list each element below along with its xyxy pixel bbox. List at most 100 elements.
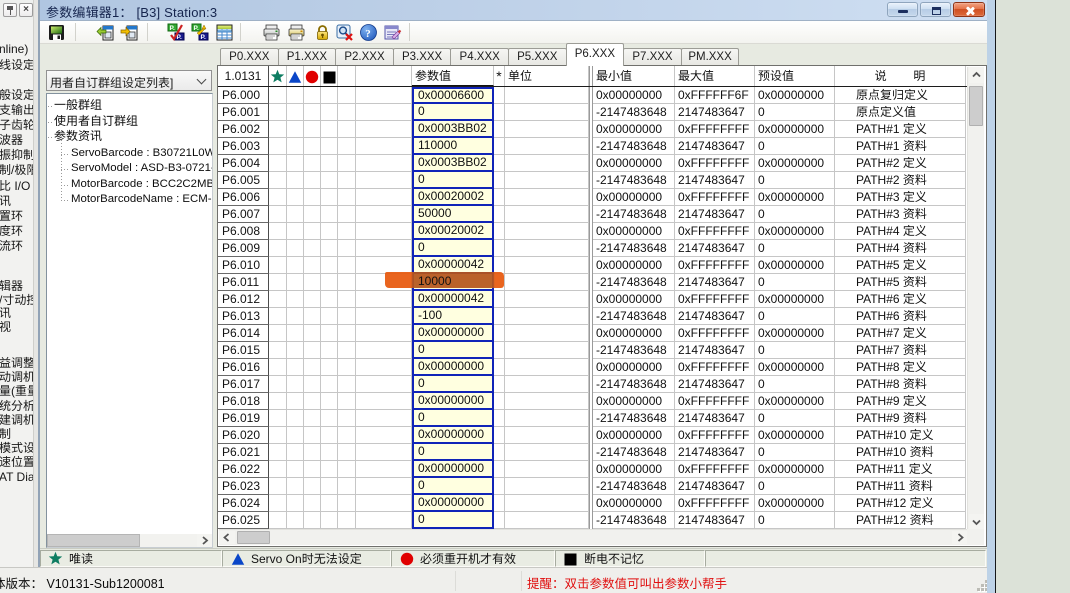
write-params-icon[interactable]	[120, 23, 139, 42]
column-header-min[interactable]: 最小值	[593, 66, 675, 86]
search-clear-icon[interactable]	[335, 23, 354, 42]
param-name-cell[interactable]: P6.008	[218, 223, 269, 240]
param-name-cell[interactable]: P6.002	[218, 121, 269, 138]
param-name-cell[interactable]: P6.007	[218, 206, 269, 223]
function-list-item-cropped[interactable]: 流环	[0, 239, 33, 254]
param-name-cell[interactable]: P6.016	[218, 359, 269, 376]
param-value-cell[interactable]: 0x00020002	[412, 223, 494, 240]
param-value-cell[interactable]: 0x0003BB02	[412, 121, 494, 138]
function-list-item-cropped[interactable]: 波器	[0, 133, 33, 148]
function-list-item-cropped[interactable]: 线设定	[0, 58, 33, 74]
param-name-cell[interactable]: P6.019	[218, 410, 269, 427]
function-list-item-cropped[interactable]: 速位置撷	[0, 455, 33, 469]
tree-horizontal-scrollbar[interactable]	[47, 534, 212, 547]
param-name-cell[interactable]: P6.014	[218, 325, 269, 342]
tree-item[interactable]: 使用者自订群组	[54, 114, 138, 130]
param-name-cell[interactable]: P6.021	[218, 444, 269, 461]
param-value-cell[interactable]: 0	[412, 104, 494, 121]
save-icon[interactable]	[47, 23, 66, 42]
tree-item[interactable]: 一般群组	[54, 98, 102, 114]
function-list-item-cropped[interactable]: 建调机	[0, 413, 33, 427]
function-list-item-cropped[interactable]: 统分析	[0, 399, 33, 413]
column-header-param[interactable]: 1.0131	[218, 66, 269, 86]
function-list-item-cropped[interactable]: /寸动控	[0, 294, 33, 308]
param-value-cell[interactable]: 0	[412, 342, 494, 359]
param-name-cell[interactable]: P6.022	[218, 461, 269, 478]
param-name-cell[interactable]: P6.000	[218, 87, 269, 104]
param-name-cell[interactable]: P6.005	[218, 172, 269, 189]
function-list-item-cropped[interactable]: 子齿轮比	[0, 118, 33, 133]
param-value-cell[interactable]: 110000	[412, 138, 494, 155]
function-list-item-cropped[interactable]: 益调整	[0, 356, 33, 370]
param-value-cell[interactable]: 50000	[412, 206, 494, 223]
tab-p3[interactable]: P3.XXX	[393, 48, 452, 66]
param-name-cell[interactable]: P6.017	[218, 376, 269, 393]
table-horizontal-scrollbar[interactable]	[219, 529, 968, 545]
compare-params-icon[interactable]: P.P.	[167, 23, 186, 42]
param-value-cell[interactable]: 0x00000042	[412, 291, 494, 308]
function-list-item-cropped[interactable]: 比 I/O	[0, 179, 33, 194]
param-name-cell[interactable]: P6.003	[218, 138, 269, 155]
param-value-cell[interactable]: 0	[412, 444, 494, 461]
titlebar[interactable]: 参数编辑器1： [B3] Station:3	[40, 0, 987, 21]
function-list-item-cropped[interactable]: 振抑制滤	[0, 148, 33, 163]
param-value-cell[interactable]: 0	[412, 512, 494, 529]
close-icon[interactable]: ×	[19, 3, 33, 17]
param-value-cell[interactable]: 0x00006600	[412, 87, 494, 104]
param-value-cell[interactable]: 0	[412, 410, 494, 427]
scroll-down-button[interactable]	[969, 514, 984, 530]
scrollbar-thumb[interactable]	[47, 534, 140, 547]
param-name-cell[interactable]: P6.024	[218, 495, 269, 512]
tab-p5[interactable]: P5.XXX	[508, 48, 567, 66]
param-value-cell[interactable]: -100	[412, 308, 494, 325]
param-value-cell[interactable]: 0x00020002	[412, 189, 494, 206]
tree-item[interactable]: ServoBarcode : B30721L0W2	[71, 146, 213, 161]
scroll-right-button[interactable]	[952, 531, 968, 544]
param-name-cell[interactable]: P6.025	[218, 512, 269, 529]
function-list-item-cropped[interactable]: 制	[0, 427, 33, 441]
function-list-item-cropped[interactable]: 般设定	[0, 88, 33, 103]
function-list-item-cropped[interactable]: 辑器	[0, 280, 33, 294]
column-header-unit[interactable]: 单位	[505, 66, 589, 86]
param-value-cell[interactable]: 0x00000000	[412, 325, 494, 342]
param-value-cell[interactable]: 0	[412, 478, 494, 495]
function-list-item-cropped[interactable]: 量(重量)	[0, 384, 33, 398]
param-value-cell[interactable]: 0	[412, 376, 494, 393]
param-value-cell[interactable]: 0x00000000	[412, 495, 494, 512]
close-button[interactable]	[953, 2, 985, 17]
column-header-description[interactable]: 说 明	[835, 66, 966, 86]
function-list-item-cropped[interactable]: 模式设定	[0, 441, 33, 455]
param-helper-icon[interactable]	[383, 23, 402, 42]
tab-pm[interactable]: PM.XXX	[681, 48, 740, 66]
function-list-item-cropped[interactable]: nline)	[0, 42, 33, 58]
param-name-cell[interactable]: P6.015	[218, 342, 269, 359]
scrollbar-thumb[interactable]	[237, 531, 270, 544]
function-list-item-cropped[interactable]: 支输出	[0, 103, 33, 118]
param-name-cell[interactable]: P6.009	[218, 240, 269, 257]
column-header-preset[interactable]: 预设值	[755, 66, 835, 86]
tab-p7[interactable]: P7.XXX	[623, 48, 682, 66]
param-name-cell[interactable]: P6.012	[218, 291, 269, 308]
param-name-cell[interactable]: P6.023	[218, 478, 269, 495]
tab-p1[interactable]: P1.XXX	[278, 48, 337, 66]
tab-p2[interactable]: P2.XXX	[335, 48, 394, 66]
param-name-cell[interactable]: P6.013	[218, 308, 269, 325]
table-vertical-scrollbar[interactable]	[967, 67, 984, 530]
param-value-cell[interactable]: 0x00000000	[412, 359, 494, 376]
column-header-max[interactable]: 最大值	[675, 66, 755, 86]
param-name-cell[interactable]: P6.018	[218, 393, 269, 410]
print-icon[interactable]	[262, 23, 281, 42]
tab-p4[interactable]: P4.XXX	[450, 48, 509, 66]
download-params-icon[interactable]: P.P.	[191, 23, 210, 42]
param-value-cell[interactable]: 0x00000000	[412, 393, 494, 410]
param-name-cell[interactable]: P6.020	[218, 427, 269, 444]
function-list-item-cropped[interactable]: 置环	[0, 209, 33, 224]
param-name-cell[interactable]: P6.011	[218, 274, 269, 291]
param-name-cell[interactable]: P6.010	[218, 257, 269, 274]
param-name-cell[interactable]: P6.001	[218, 104, 269, 121]
param-value-cell[interactable]: 0x00000000	[412, 461, 494, 478]
function-list-item-cropped[interactable]: 度环	[0, 224, 33, 239]
tab-p0[interactable]: P0.XXX	[220, 48, 279, 66]
minimize-button[interactable]	[887, 2, 918, 17]
scroll-right-button[interactable]	[197, 534, 212, 547]
